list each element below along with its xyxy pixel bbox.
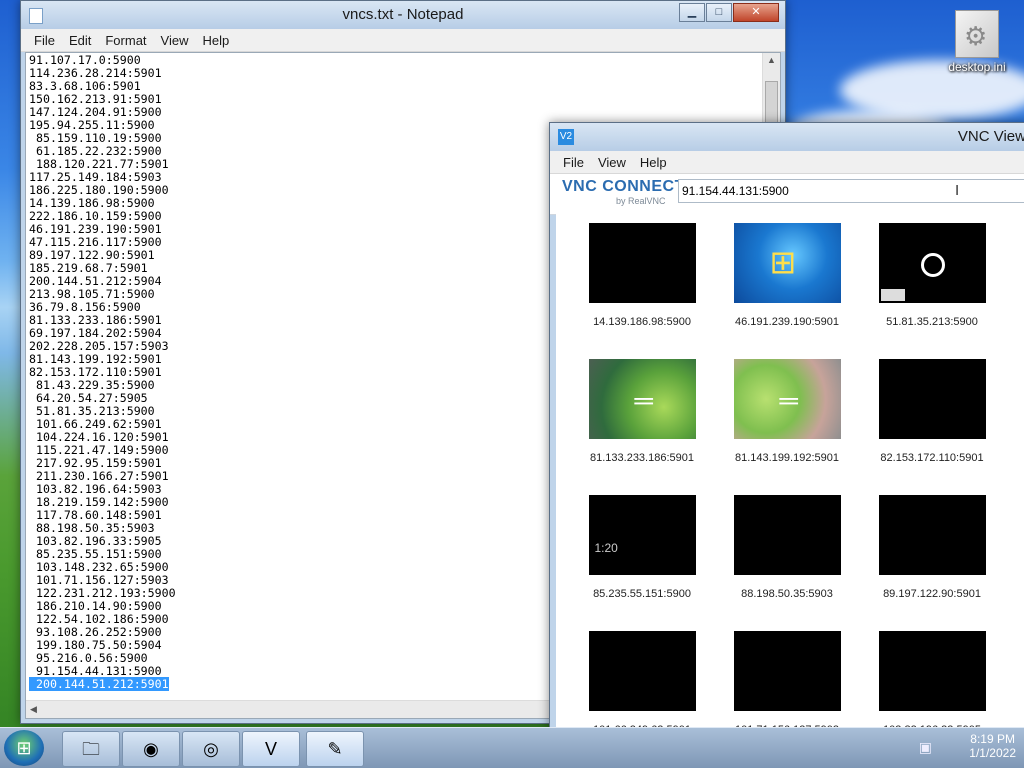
vnc-connection-thumbnail[interactable]: 101.66.249.62:5901 <box>572 631 712 733</box>
taskbar: ⊞ 🗀 ◉ ◎ V ✎ ▣ 8:19 PM 1/1/2022 <box>0 727 1024 768</box>
notepad-icon: ✎ <box>327 739 343 759</box>
vnc-thumbnail-grid: 14.139.186.98:5900 46.191.239.190:5901 51.… <box>556 213 1024 733</box>
vnc-connection-thumbnail[interactable]: 14.139.186.98:5900 <box>572 223 712 328</box>
taskbar-chrome[interactable]: ◎ <box>182 731 240 767</box>
vnc-menu-help[interactable]: Help <box>633 155 674 170</box>
thumbnail-address-label: 81.133.233.186:5901 <box>590 452 694 464</box>
vnc-address-input[interactable]: 91.154.44.131:5900 <box>678 179 1024 203</box>
minimize-button[interactable]: ▁ <box>679 3 705 22</box>
menu-format[interactable]: Format <box>98 33 153 48</box>
scroll-left-icon[interactable]: ◀ <box>30 704 37 715</box>
window-preview <box>880 289 905 301</box>
maximize-button[interactable]: □ <box>706 3 732 22</box>
notepad-menubar: File Edit Format View Help <box>21 29 785 52</box>
network-icon[interactable]: ▣ <box>919 739 932 756</box>
thumbnail-address-label: 82.153.172.110:5901 <box>880 452 984 464</box>
vnc-connect-logo: VNC CONNECT by RealVNC <box>562 178 685 206</box>
vnc-connection-thumbnail[interactable]: 81.143.199.192:5901 <box>717 359 857 464</box>
start-button[interactable]: ⊞ <box>4 730 44 766</box>
vnc-title: VNC View <box>957 128 1024 145</box>
scrollbar-thumb[interactable] <box>765 81 778 127</box>
thumbnail-address-label: 14.139.186.98:5900 <box>593 316 691 328</box>
clock-time: 8:19 PM <box>970 732 1015 746</box>
vnc-app-icon: V2 <box>558 129 574 145</box>
menu-view[interactable]: View <box>154 33 196 48</box>
taskbar-file-explorer[interactable]: 🗀 <box>62 731 120 767</box>
text-cursor-icon: I <box>955 182 960 199</box>
brand-name: VNC CONNECT <box>562 178 685 195</box>
desktop-icon-label: desktop.ini <box>948 60 1006 74</box>
vnc-connection-thumbnail[interactable]: 46.191.239.190:5901 <box>717 223 857 328</box>
vnc-header: VNC CONNECT by RealVNC 91.154.44.131:590… <box>550 174 1024 215</box>
vnc-connection-thumbnail[interactable]: 88.198.50.35:5903 <box>717 495 857 600</box>
thumbnail-address-label: 51.81.35.213:5900 <box>886 316 978 328</box>
lock-screen-clock: 1:20 <box>594 541 618 555</box>
thumbnail-address-label: 85.235.55.151:5900 <box>593 588 691 600</box>
remote-screen-preview <box>588 631 696 711</box>
clock-date: 1/1/2022 <box>969 746 1016 760</box>
menu-edit[interactable]: Edit <box>62 33 98 48</box>
remote-screen-preview <box>878 223 986 303</box>
vnc-connection-thumbnail[interactable]: 101.71.156.127:5903 <box>717 631 857 733</box>
firefox-icon: ◉ <box>143 739 159 759</box>
ubuntu-logo-icon <box>920 253 945 277</box>
menu-file[interactable]: File <box>27 33 62 48</box>
vnc-connection-thumbnail[interactable]: 81.133.233.186:5901 <box>572 359 712 464</box>
vnc-titlebar[interactable]: V2 VNC View <box>550 123 1024 151</box>
thumbnail-address-label: 81.143.199.192:5901 <box>735 452 839 464</box>
close-button[interactable]: ✕ <box>733 3 779 22</box>
notepad-titlebar[interactable]: vncs.txt - Notepad ▁ □ ✕ <box>21 1 785 29</box>
vnc-connection-thumbnail[interactable]: 1:20 85.235.55.151:5900 <box>572 495 712 600</box>
vnc-viewer-window[interactable]: V2 VNC View File View Help VNC CONNECT b… <box>549 122 1024 734</box>
menu-help[interactable]: Help <box>195 33 236 48</box>
taskbar-vnc-viewer[interactable]: V <box>242 731 300 767</box>
vnc-menubar: File View Help <box>550 151 1024 174</box>
desktop-ini-icon[interactable]: desktop.ini <box>944 10 1010 74</box>
vnc-connection-thumbnail[interactable]: 82.153.172.110:5901 <box>862 359 1002 464</box>
folder-icon: 🗀 <box>82 739 100 759</box>
remote-screen-preview <box>878 631 986 711</box>
taskbar-firefox[interactable]: ◉ <box>122 731 180 767</box>
remote-screen-preview <box>733 359 841 439</box>
vnc-connection-thumbnail[interactable]: 89.197.122.90:5901 <box>862 495 1002 600</box>
chrome-icon: ◎ <box>203 739 219 759</box>
thumbnail-address-label: 46.191.239.190:5901 <box>735 316 839 328</box>
vnc-connection-thumbnail[interactable]: 51.81.35.213:5900 <box>862 223 1002 328</box>
taskbar-notepad[interactable]: ✎ <box>306 731 364 767</box>
remote-screen-preview <box>878 495 986 575</box>
settings-file-icon <box>955 10 999 58</box>
brand-sub: by RealVNC <box>616 196 666 206</box>
vnc-menu-view[interactable]: View <box>591 155 633 170</box>
vnc-connection-thumbnail[interactable]: 103.82.196.33:5905 <box>862 631 1002 733</box>
remote-screen-preview: 1:20 <box>588 495 696 575</box>
remote-screen-preview <box>733 495 841 575</box>
system-clock[interactable]: 8:19 PM 1/1/2022 <box>969 732 1016 760</box>
thumbnail-address-label: 88.198.50.35:5903 <box>741 588 833 600</box>
vnc-icon: V <box>264 739 277 759</box>
remote-screen-preview <box>878 359 986 439</box>
selection-highlight: 200.144.51.212:5901 <box>29 677 169 691</box>
remote-screen-preview <box>733 631 841 711</box>
remote-screen-preview <box>588 223 696 303</box>
thumbnail-address-label: 89.197.122.90:5901 <box>883 588 981 600</box>
notepad-title: vncs.txt - Notepad <box>342 6 464 23</box>
remote-screen-preview <box>588 359 696 439</box>
scroll-up-icon[interactable]: ▲ <box>767 55 776 65</box>
vnc-menu-file[interactable]: File <box>556 155 591 170</box>
remote-screen-preview <box>733 223 841 303</box>
